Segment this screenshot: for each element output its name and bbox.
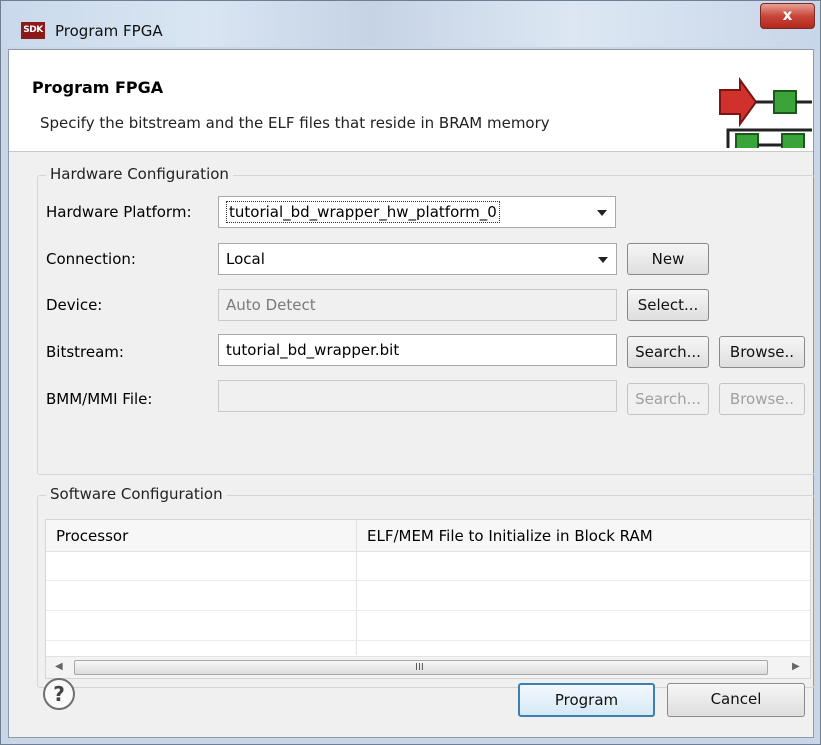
scroll-grip: III: [415, 662, 424, 673]
sdk-app-icon: SDK: [21, 22, 45, 39]
wizard-header: Program FPGA Specify the bitstream and t…: [9, 50, 813, 152]
hardware-platform-label: Hardware Platform:: [46, 203, 192, 221]
connection-value: Local: [226, 250, 265, 268]
device-label: Device:: [46, 296, 103, 314]
wizard-graphic-icon: [719, 76, 812, 148]
page-description: Specify the bitstream and the ELF files …: [40, 114, 550, 132]
bitstream-browse-button[interactable]: Browse..: [719, 336, 805, 368]
scrollbar-thumb[interactable]: III: [74, 660, 768, 675]
help-icon[interactable]: ?: [43, 678, 75, 710]
column-divider: [356, 520, 357, 655]
bitstream-label: Bitstream:: [46, 343, 124, 361]
bmm-browse-button: Browse..: [719, 383, 805, 415]
table-row[interactable]: [46, 610, 810, 611]
cancel-button[interactable]: Cancel: [667, 683, 805, 717]
hardware-platform-select[interactable]: tutorial_bd_wrapper_hw_platform_0: [218, 196, 616, 228]
bmm-search-button: Search...: [627, 383, 709, 415]
window-title: Program FPGA: [55, 22, 163, 40]
software-group-title: Software Configuration: [46, 485, 227, 503]
page-title: Program FPGA: [32, 78, 164, 97]
bitstream-search-button[interactable]: Search...: [627, 336, 709, 368]
bmm-mmi-label: BMM/MMI File:: [46, 390, 153, 408]
scroll-left-icon[interactable]: ◀: [55, 661, 63, 672]
device-value: Auto Detect: [226, 296, 316, 314]
hardware-platform-value: tutorial_bd_wrapper_hw_platform_0: [226, 201, 500, 223]
chevron-down-icon[interactable]: [598, 257, 608, 263]
column-header-elf-file[interactable]: ELF/MEM File to Initialize in Block RAM: [357, 520, 810, 552]
scroll-right-icon[interactable]: ▶: [792, 661, 800, 672]
elf-table[interactable]: Processor ELF/MEM File to Initialize in …: [45, 519, 811, 679]
connection-select[interactable]: Local: [218, 243, 617, 275]
new-connection-button[interactable]: New: [627, 243, 709, 275]
bitstream-input[interactable]: tutorial_bd_wrapper.bit: [218, 334, 617, 366]
select-device-button[interactable]: Select...: [627, 289, 709, 321]
program-fpga-window: SDK Program FPGA x Program FPGA Specify …: [0, 0, 821, 745]
program-button[interactable]: Program: [518, 683, 655, 717]
hardware-group-title: Hardware Configuration: [46, 165, 233, 183]
table-row[interactable]: [46, 580, 810, 581]
chevron-down-icon[interactable]: [597, 210, 607, 216]
table-row[interactable]: [46, 640, 810, 641]
connection-label: Connection:: [46, 250, 136, 268]
device-field: Auto Detect: [218, 289, 617, 321]
bmm-mmi-input: [218, 380, 617, 412]
horizontal-scrollbar[interactable]: ◀ III ▶: [46, 656, 810, 678]
close-button[interactable]: x: [760, 3, 815, 29]
dialog-content: Program FPGA Specify the bitstream and t…: [8, 49, 815, 738]
title-bar[interactable]: SDK Program FPGA x: [1, 1, 820, 47]
column-header-processor[interactable]: Processor: [46, 520, 356, 552]
bitstream-value: tutorial_bd_wrapper.bit: [226, 341, 400, 359]
